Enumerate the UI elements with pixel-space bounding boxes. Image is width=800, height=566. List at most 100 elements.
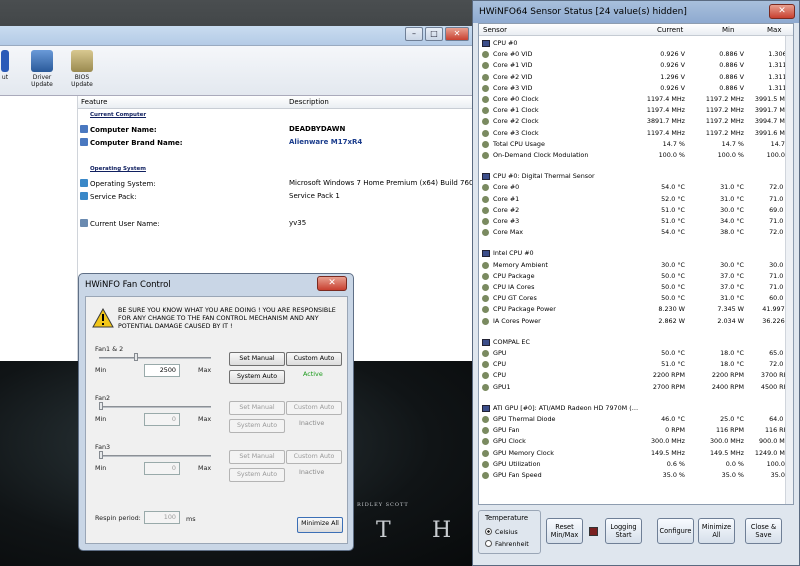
custom-auto-button[interactable]: Custom Auto bbox=[286, 401, 342, 415]
custom-auto-button[interactable]: Custom Auto bbox=[286, 352, 342, 366]
sensor-row[interactable]: CPU GT Cores 50.0 °C 31.0 °C 60.0 °C bbox=[479, 293, 793, 304]
minimize-all-button[interactable]: Minimize All bbox=[297, 517, 343, 533]
sensor-row[interactable]: Core #3 51.0 °C 34.0 °C 71.0 °C bbox=[479, 216, 793, 227]
toolbar-item-partial[interactable]: ut bbox=[0, 50, 10, 81]
sensor-group-header[interactable]: CPU #0: Digital Thermal Sensor bbox=[479, 171, 779, 182]
sensor-row[interactable]: Core #3 VID 0.926 V 0.886 V 1.311 V bbox=[479, 83, 793, 94]
sensor-row[interactable]: Core #0 Clock 1197.4 MHz 1197.2 MHz 3991.5 … bbox=[479, 94, 793, 105]
close-button[interactable]: ✕ bbox=[769, 4, 795, 19]
sensor-row[interactable]: GPU1 2700 RPM 2400 RPM 4500 RPM bbox=[479, 382, 793, 393]
sensor-min: 38.0 °C bbox=[720, 228, 744, 237]
feature-row[interactable]: Operating System: bbox=[80, 179, 156, 188]
respin-period-input[interactable]: 100 bbox=[144, 511, 180, 524]
fan-slider-track[interactable] bbox=[99, 455, 211, 457]
sensor-row[interactable]: On-Demand Clock Modulation 100.0 % 100.0 %… bbox=[479, 150, 793, 161]
logging-start-button[interactable]: Logging Start bbox=[605, 518, 642, 544]
system-auto-button[interactable]: System Auto bbox=[229, 419, 285, 433]
feature-row[interactable]: Computer Brand Name: bbox=[80, 138, 183, 147]
sensor-group-header[interactable]: ATI GPU [#0]: ATI/AMD Radeon HD 7970M (… bbox=[479, 403, 779, 414]
computer-icon bbox=[80, 138, 88, 146]
sensor-min: 35.0 % bbox=[721, 471, 744, 479]
column-feature[interactable]: Feature bbox=[81, 98, 107, 106]
driver-update-button[interactable]: Driver Update bbox=[22, 50, 62, 88]
sensor-row[interactable]: Core #2 Clock 3891.7 MHz 1197.2 MHz 3994.7 … bbox=[479, 116, 793, 127]
close-button[interactable]: ✕ bbox=[445, 27, 469, 41]
tree-pane[interactable] bbox=[0, 96, 78, 361]
set-manual-button[interactable]: Set Manual bbox=[229, 352, 285, 366]
sensor-row[interactable]: GPU 50.0 °C 18.0 °C 65.0 °C bbox=[479, 348, 793, 359]
vertical-scrollbar[interactable] bbox=[785, 36, 793, 504]
temperature-groupbox: Temperature Celsius Fahrenheit bbox=[478, 510, 541, 554]
sensor-group-header[interactable]: CPU #0 bbox=[479, 38, 779, 49]
sensor-row[interactable]: CPU Package 50.0 °C 37.0 °C 71.0 °C bbox=[479, 271, 793, 282]
set-manual-button[interactable]: Set Manual bbox=[229, 450, 285, 464]
maximize-button[interactable]: □ bbox=[425, 27, 443, 41]
sensor-name: GPU Thermal Diode bbox=[493, 415, 556, 423]
fan-slider-thumb[interactable] bbox=[99, 451, 103, 459]
sensor-row[interactable]: Core #1 Clock 1197.4 MHz 1197.2 MHz 3991.7 … bbox=[479, 105, 793, 116]
sensor-row[interactable]: CPU Package Power 8.230 W 7.345 W 41.997 W bbox=[479, 304, 793, 315]
sensor-row[interactable]: CPU IA Cores 50.0 °C 37.0 °C 71.0 °C bbox=[479, 282, 793, 293]
fan-speed-input[interactable]: 0 bbox=[144, 413, 180, 426]
close-save-button[interactable]: Close & Save bbox=[745, 518, 782, 544]
sensor-row[interactable]: Core #1 52.0 °C 31.0 °C 71.0 °C bbox=[479, 194, 793, 205]
sensor-row[interactable]: IA Cores Power 2.862 W 2.034 W 36.226 W bbox=[479, 316, 793, 327]
fan-name: Fan1 & 2 bbox=[95, 345, 124, 353]
sensor-row[interactable]: Core Max 54.0 °C 38.0 °C 72.0 °C bbox=[479, 227, 793, 238]
configure-button[interactable]: Configure bbox=[657, 518, 694, 544]
sensor-row[interactable]: GPU Clock 300.0 MHz 300.0 MHz 900.0 MHz bbox=[479, 436, 793, 447]
sensor-row[interactable]: Core #3 Clock 1197.4 MHz 1197.2 MHz 3991.6 … bbox=[479, 128, 793, 139]
sensor-min: 1197.2 MHz bbox=[705, 117, 744, 126]
fan-slider-track[interactable] bbox=[99, 357, 211, 359]
sensor-row[interactable]: Total CPU Usage 14.7 % 14.7 % 14.7 % bbox=[479, 139, 793, 150]
column-sensor[interactable]: Sensor bbox=[483, 26, 507, 34]
sensor-name: Core #3 VID bbox=[493, 83, 533, 92]
column-current[interactable]: Current bbox=[657, 26, 683, 34]
feature-row[interactable]: Computer Name: bbox=[80, 125, 157, 134]
sensor-row[interactable]: Core #0 VID 0.926 V 0.886 V 1.306 V bbox=[479, 49, 793, 60]
sensor-row[interactable]: Core #2 51.0 °C 30.0 °C 69.0 °C bbox=[479, 205, 793, 216]
sensor-row[interactable]: GPU Thermal Diode 46.0 °C 25.0 °C 64.0 °C bbox=[479, 414, 793, 425]
minimize-all-button[interactable]: Minimize All bbox=[698, 518, 735, 544]
sensor-row[interactable]: GPU Fan Speed 35.0 % 35.0 % 35.0 % bbox=[479, 470, 793, 481]
sensor-row[interactable]: Core #1 VID 0.926 V 0.886 V 1.311 V bbox=[479, 60, 793, 71]
user-icon bbox=[80, 219, 88, 227]
sensor-group-header[interactable]: Intel CPU #0 bbox=[479, 248, 779, 259]
sensor-name: Core #0 Clock bbox=[493, 95, 539, 103]
fan-speed-input[interactable]: 0 bbox=[144, 462, 180, 475]
celsius-radio[interactable] bbox=[485, 528, 492, 535]
feature-row[interactable]: Current User Name: bbox=[80, 219, 160, 228]
sensor-list[interactable]: Sensor Current Min Max CPU #0 Core #0 VID… bbox=[478, 23, 794, 505]
sensor-current: 149.5 MHz bbox=[650, 448, 685, 457]
sensor-row[interactable]: Core #0 54.0 °C 31.0 °C 72.0 °C bbox=[479, 182, 793, 193]
fan-slider-track[interactable] bbox=[99, 406, 211, 408]
min-label: Min bbox=[95, 464, 107, 472]
sensor-row[interactable]: GPU Utilization 0.6 % 0.0 % 100.0 % bbox=[479, 459, 793, 470]
close-button[interactable]: ✕ bbox=[317, 276, 347, 291]
sensor-group-header[interactable]: COMPAL EC bbox=[479, 337, 779, 348]
reset-min-max-button[interactable]: Reset Min/Max bbox=[546, 518, 583, 544]
column-description[interactable]: Description bbox=[289, 98, 329, 106]
minimize-button[interactable]: – bbox=[405, 27, 423, 41]
fahrenheit-radio[interactable] bbox=[485, 540, 492, 547]
sensor-row[interactable]: GPU Fan 0 RPM 116 RPM 116 RPM bbox=[479, 425, 793, 436]
set-manual-button[interactable]: Set Manual bbox=[229, 401, 285, 415]
feature-row[interactable]: Service Pack: bbox=[80, 192, 137, 201]
sensor-min: 30.0 °C bbox=[720, 205, 744, 214]
sensor-row[interactable]: CPU 51.0 °C 18.0 °C 72.0 °C bbox=[479, 359, 793, 370]
sensor-row[interactable]: Memory Ambient 30.0 °C 30.0 °C 30.0 °C bbox=[479, 260, 793, 271]
system-auto-button[interactable]: System Auto bbox=[229, 468, 285, 482]
sensor-row[interactable]: Core #2 VID 1.296 V 0.886 V 1.311 V bbox=[479, 72, 793, 83]
fan-status: Inactive bbox=[299, 419, 325, 427]
sensor-row[interactable]: GPU Memory Clock 149.5 MHz 149.5 MHz 1249.0… bbox=[479, 448, 793, 459]
bios-update-button[interactable]: BIOS Update bbox=[64, 50, 100, 88]
respin-unit: ms bbox=[186, 515, 196, 523]
system-auto-button[interactable]: System Auto bbox=[229, 370, 285, 384]
fan-speed-input[interactable]: 2500 bbox=[144, 364, 180, 377]
fan-slider-thumb[interactable] bbox=[134, 353, 138, 361]
fan-slider-thumb[interactable] bbox=[99, 402, 103, 410]
column-max[interactable]: Max bbox=[767, 26, 781, 34]
column-min[interactable]: Min bbox=[722, 26, 734, 34]
custom-auto-button[interactable]: Custom Auto bbox=[286, 450, 342, 464]
sensor-row[interactable]: CPU 2200 RPM 2200 RPM 3700 RPM bbox=[479, 370, 793, 381]
